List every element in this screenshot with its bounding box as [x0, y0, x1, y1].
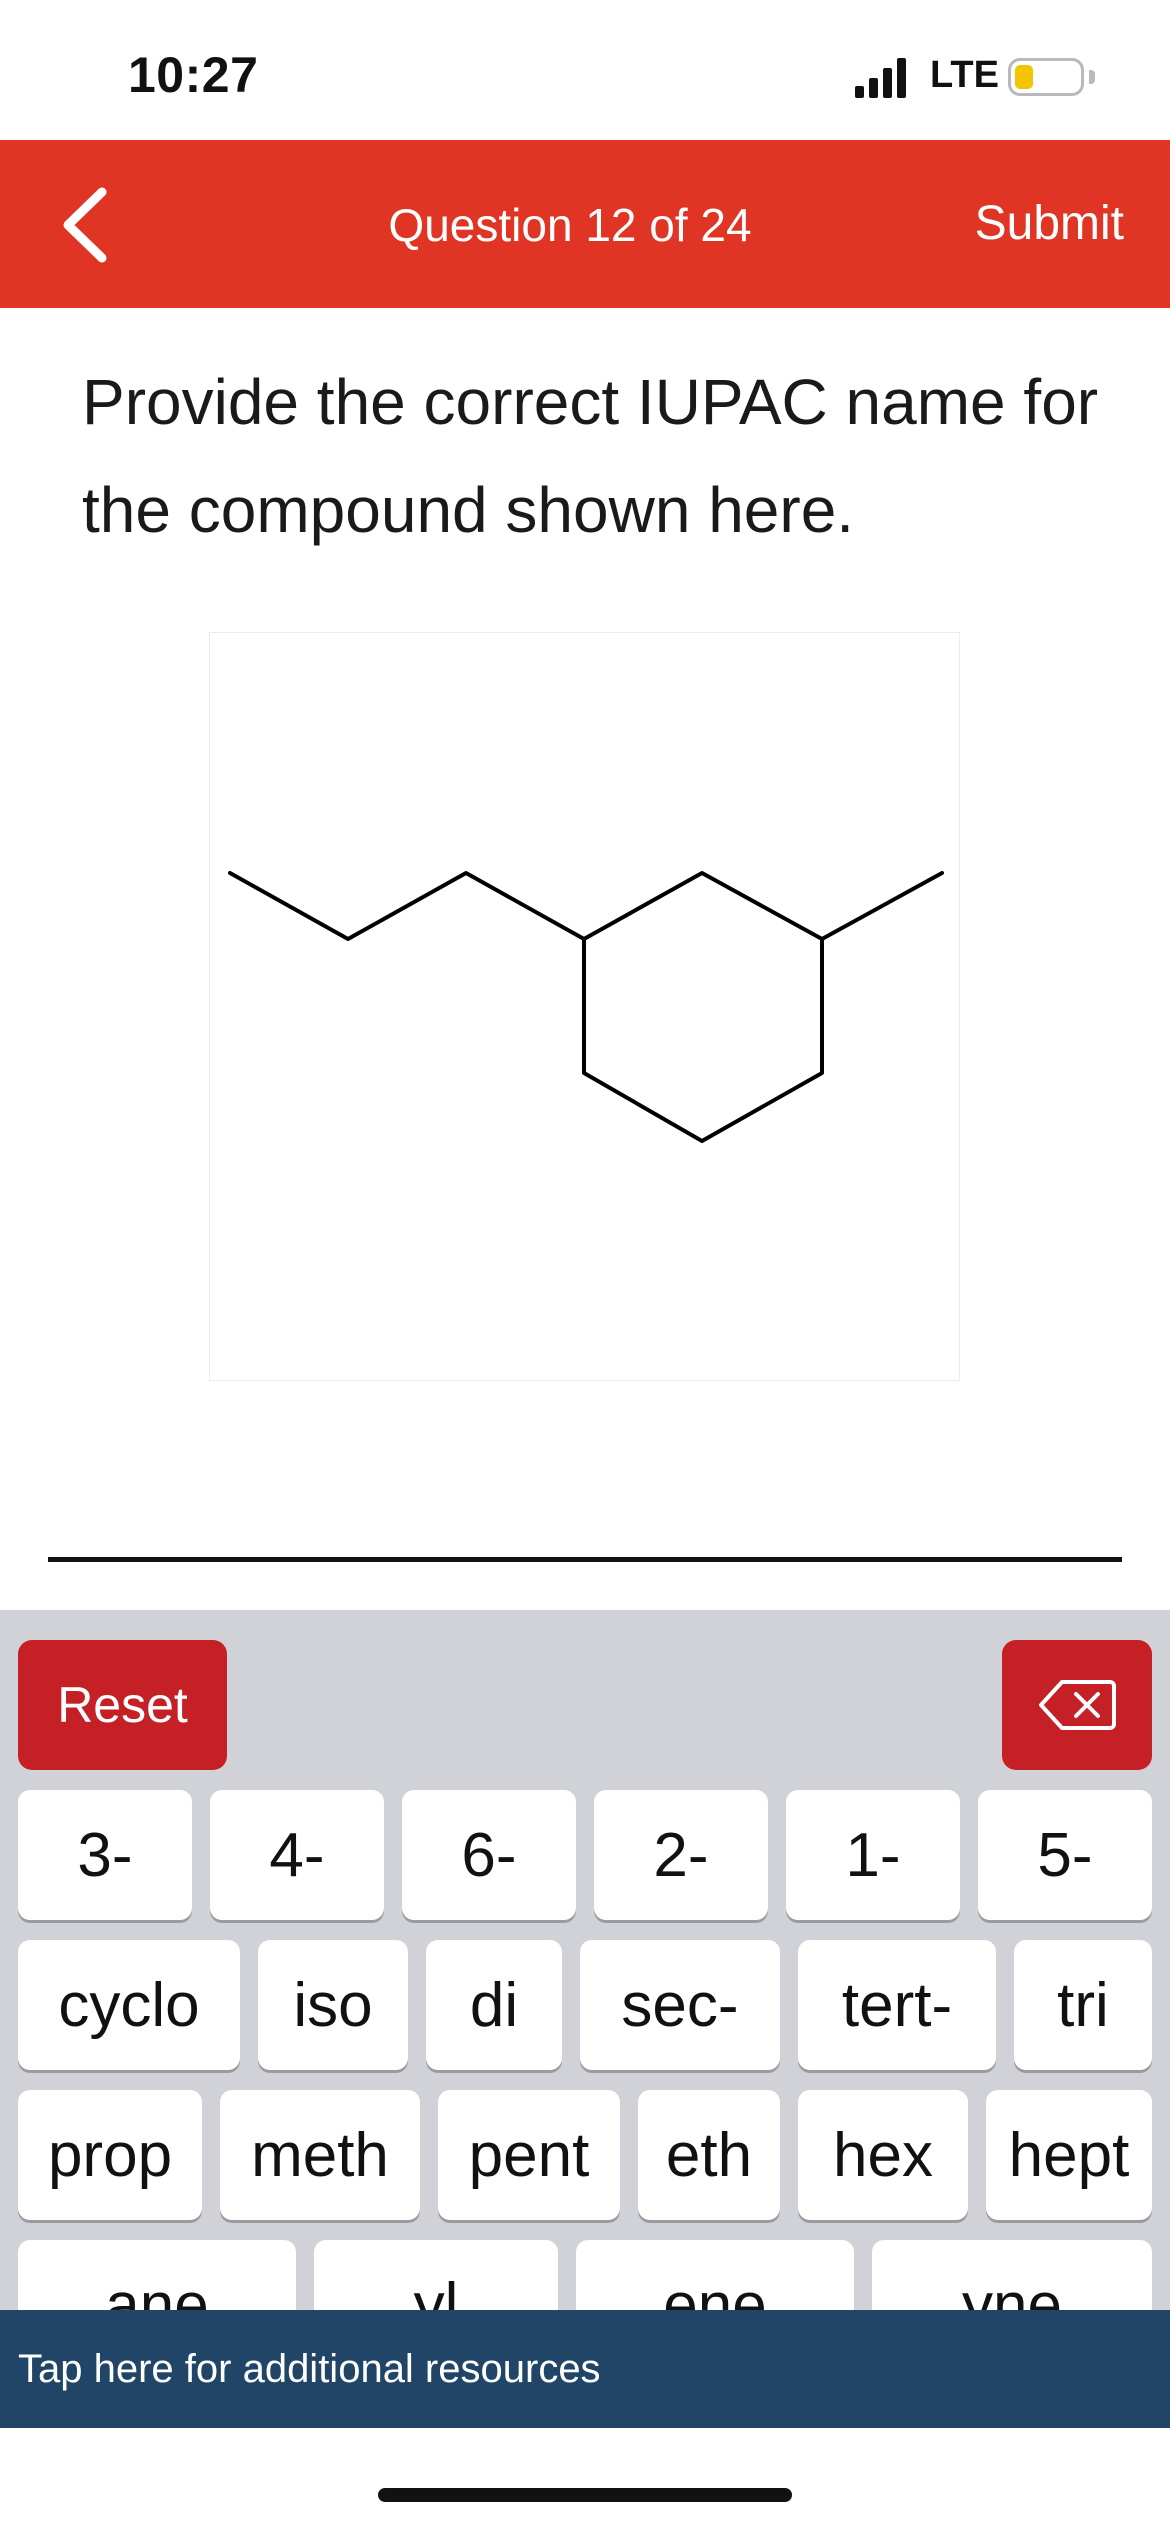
backspace-icon	[1039, 1680, 1116, 1730]
battery-tip	[1089, 70, 1095, 84]
key-yne[interactable]: yne	[872, 2240, 1152, 2310]
key-hex[interactable]: hex	[798, 2090, 968, 2220]
key-iso[interactable]: iso	[258, 1940, 408, 2070]
additional-resources-bar[interactable]: Tap here for additional resources	[0, 2310, 1170, 2428]
key-prop[interactable]: prop	[18, 2090, 202, 2220]
methyl-branch	[820, 871, 944, 941]
signal-icon	[855, 58, 906, 98]
key-locant-4[interactable]: 4-	[210, 1790, 384, 1920]
key-di[interactable]: di	[426, 1940, 562, 2070]
key-locant-3[interactable]: 3-	[18, 1790, 192, 1920]
key-meth[interactable]: meth	[220, 2090, 420, 2220]
question-prompt: Provide the correct IUPAC name for the c…	[82, 366, 1099, 546]
skeletal-formula	[228, 871, 944, 1143]
key-eth[interactable]: eth	[638, 2090, 780, 2220]
cyclohexane-ring	[582, 871, 824, 1143]
question-counter: Question 12 of 24	[388, 199, 752, 251]
answer-field[interactable]	[48, 1470, 1122, 1560]
reset-button[interactable]: Reset	[18, 1640, 227, 1770]
key-ene[interactable]: ene	[576, 2240, 854, 2310]
key-hept[interactable]: hept	[986, 2090, 1152, 2220]
key-locant-1[interactable]: 1-	[786, 1790, 960, 1920]
network-type: LTE	[930, 54, 999, 96]
backspace-button[interactable]	[1002, 1640, 1152, 1770]
key-ane[interactable]: ane	[18, 2240, 296, 2310]
answer-underline	[48, 1557, 1122, 1562]
key-sec[interactable]: sec-	[580, 1940, 780, 2070]
battery-level	[1015, 65, 1033, 89]
bottom-safe-area	[0, 2428, 1170, 2532]
status-time: 10:27	[128, 47, 259, 103]
key-tri[interactable]: tri	[1014, 1940, 1152, 2070]
key-tert[interactable]: tert-	[798, 1940, 996, 2070]
molecule-structure	[209, 632, 960, 1381]
home-indicator[interactable]	[378, 2488, 792, 2502]
key-cyclo[interactable]: cyclo	[18, 1940, 240, 2070]
battery-icon	[1008, 58, 1084, 96]
key-locant-5[interactable]: 5-	[978, 1790, 1152, 1920]
submit-button[interactable]: Submit	[975, 196, 1124, 251]
question-header: Question 12 of 24 Submit	[0, 140, 1170, 308]
key-locant-2[interactable]: 2-	[594, 1790, 768, 1920]
name-builder-keyboard: Reset 3- 4- 6- 2- 1- 5- cyclo iso di sec…	[0, 1610, 1170, 2310]
key-locant-6[interactable]: 6-	[402, 1790, 576, 1920]
key-yl[interactable]: yl	[314, 2240, 558, 2310]
status-bar: 10:27 LTE	[0, 0, 1170, 140]
ethyl-chain	[228, 871, 586, 941]
key-pent[interactable]: pent	[438, 2090, 620, 2220]
